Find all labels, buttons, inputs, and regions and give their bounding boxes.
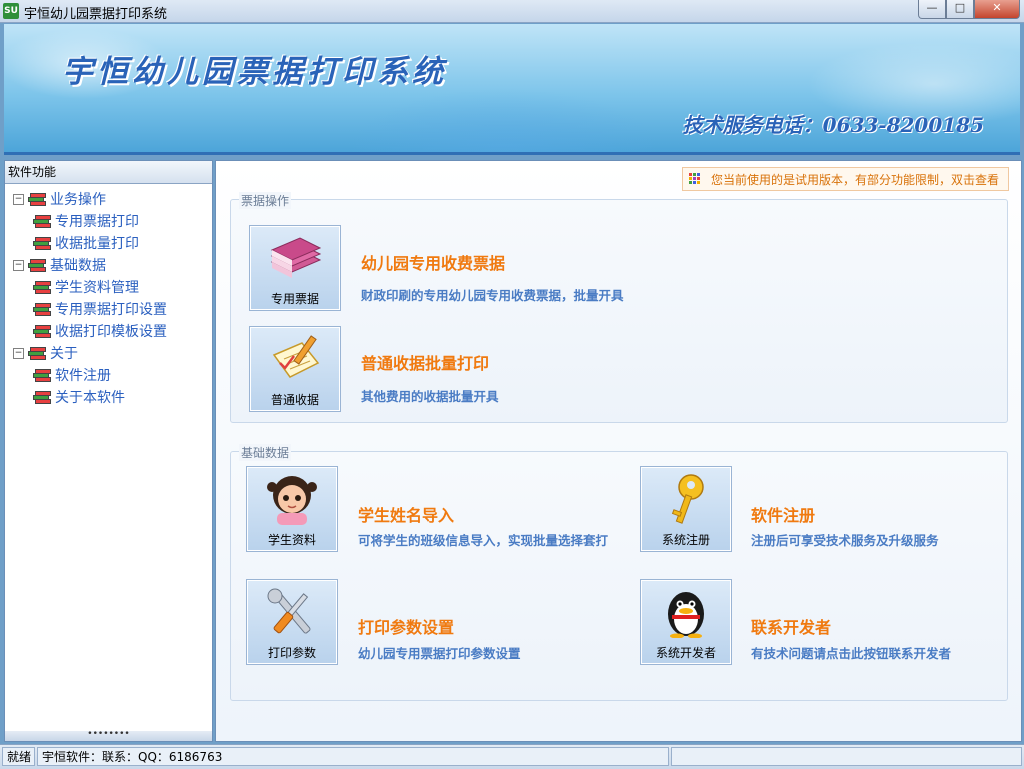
collapse-icon[interactable]: − — [13, 193, 24, 205]
print-params-title[interactable]: 打印参数设置 — [358, 614, 454, 638]
tree-item-about-software[interactable]: 关于本软件 — [13, 386, 212, 408]
books-icon — [33, 324, 51, 338]
tree-node-label: 业务操作 — [50, 192, 106, 208]
books-icon — [28, 346, 46, 360]
banner-title: 宇恒幼儿园票据打印系统 — [62, 54, 447, 90]
special-receipt-button[interactable]: 专用票据 — [249, 225, 341, 311]
tree-item-label: 学生资料管理 — [55, 280, 139, 296]
wrench-screwdriver-icon — [267, 588, 311, 634]
books-icon — [33, 280, 51, 294]
books-icon — [28, 258, 46, 272]
tree-item-student-data[interactable]: 学生资料管理 — [13, 276, 212, 298]
status-contact: 宇恒软件：联系：QQ：6186763 — [37, 747, 669, 766]
sidebar: 软件功能 − 业务操作 专用票据打印 收据批量打印 − 基础数据 学生资料管理 … — [4, 160, 213, 742]
banner-divider — [4, 152, 1020, 155]
software-register-desc: 注册后可享受技术服务及升级服务 — [751, 533, 939, 548]
contact-developer-button[interactable]: 系统开发者 — [640, 579, 732, 665]
student-import-title[interactable]: 学生姓名导入 — [358, 502, 454, 526]
sidebar-header: 软件功能 — [5, 161, 212, 184]
tree-node-label: 关于 — [50, 346, 78, 362]
child-avatar-icon — [267, 476, 317, 525]
group-basic-data: 基础数据 学生资料 学生姓名导入 可将学生的班级信息导入，实现批量选择套打 系统… — [230, 444, 1008, 701]
special-receipt-title[interactable]: 幼儿园专用收费票据 — [361, 250, 505, 274]
tree-item-label: 关于本软件 — [55, 390, 125, 406]
general-receipt-title[interactable]: 普通收据批量打印 — [361, 350, 489, 374]
contact-developer-title[interactable]: 联系开发者 — [751, 614, 831, 638]
print-params-button[interactable]: 打印参数 — [246, 579, 338, 665]
software-register-title[interactable]: 软件注册 — [751, 502, 815, 526]
tree-node-basic-data[interactable]: − 基础数据 — [13, 254, 212, 276]
trial-notice-text: 您当前使用的是试用版本，有部分功能限制，双击查看 — [711, 172, 1000, 187]
group-label: 票据操作 — [239, 192, 292, 209]
books-stack-icon — [270, 237, 322, 278]
student-import-desc: 可将学生的班级信息导入，实现批量选择套打 — [358, 533, 609, 548]
tile-label: 普通收据 — [270, 393, 319, 407]
tree-item-template-settings[interactable]: 收据打印模板设置 — [13, 320, 212, 342]
notepad-pencil-icon — [272, 335, 320, 378]
group-receipt-operations: 票据操作 专用票据 幼儿园专用收费票据 财政印刷的专用幼儿园专用收费票据，批量开… — [230, 192, 1008, 423]
collapse-icon[interactable]: − — [13, 259, 24, 271]
close-button[interactable]: ✕ — [974, 0, 1020, 19]
general-receipt-button[interactable]: 普通收据 — [249, 326, 341, 412]
tree-item-special-receipt-print[interactable]: 专用票据打印 — [13, 210, 212, 232]
books-icon — [33, 236, 51, 250]
tile-label: 系统开发者 — [655, 646, 716, 660]
general-receipt-desc: 其他费用的收据批量开具 — [361, 389, 499, 404]
trial-notice[interactable]: 您当前使用的是试用版本，有部分功能限制，双击查看 — [682, 167, 1009, 191]
tree-item-software-register[interactable]: 软件注册 — [13, 364, 212, 386]
contact-developer-desc: 有技术问题请点击此按钮联系开发者 — [751, 646, 952, 661]
group-label: 基础数据 — [239, 444, 292, 461]
status-extra-pane — [671, 747, 1022, 766]
tile-label: 系统注册 — [661, 533, 710, 547]
tile-label: 打印参数 — [267, 646, 316, 660]
status-bar: 就绪 宇恒软件：联系：QQ：6186763 — [0, 744, 1024, 769]
app-icon: SU — [3, 3, 19, 19]
books-icon — [28, 192, 46, 206]
collapse-icon[interactable]: − — [13, 347, 24, 359]
tree-node-label: 基础数据 — [50, 258, 106, 274]
minimize-button[interactable]: — — [918, 0, 946, 19]
tree-item-label: 软件注册 — [55, 368, 111, 384]
window-controls: — □ ✕ — [918, 0, 1020, 19]
main-panel: 您当前使用的是试用版本，有部分功能限制，双击查看 票据操作 专用票据 幼儿园专用… — [215, 160, 1022, 742]
tree-item-label: 专用票据打印设置 — [55, 302, 167, 318]
function-tree: − 业务操作 专用票据打印 收据批量打印 − 基础数据 学生资料管理 专用票据打… — [5, 184, 212, 408]
tree-item-label: 收据打印模板设置 — [55, 324, 167, 340]
tree-item-label: 专用票据打印 — [55, 214, 139, 230]
tree-item-receipt-print-settings[interactable]: 专用票据打印设置 — [13, 298, 212, 320]
sidebar-resize-grip[interactable]: •••••••• — [5, 730, 212, 741]
header-banner: 宇恒幼儿园票据打印系统 技术服务电话：0633-8200185 — [4, 24, 1020, 155]
books-icon — [33, 390, 51, 404]
books-icon — [33, 302, 51, 316]
student-data-button[interactable]: 学生资料 — [246, 466, 338, 552]
special-receipt-desc: 财政印刷的专用幼儿园专用收费票据，批量开具 — [361, 288, 624, 303]
tree-node-business[interactable]: − 业务操作 — [13, 188, 212, 210]
tile-label: 专用票据 — [270, 292, 319, 306]
window-title: 宇恒幼儿园票据打印系统 — [24, 7, 168, 22]
tile-label: 学生资料 — [267, 533, 316, 547]
tree-node-about[interactable]: − 关于 — [13, 342, 212, 364]
key-icon — [671, 474, 704, 524]
banner-phone: 技术服务电话：0633-8200185 — [682, 113, 984, 137]
books-icon — [33, 368, 51, 382]
title-bar: SU 宇恒幼儿园票据打印系统 — □ ✕ — [0, 0, 1024, 23]
status-state: 就绪 — [2, 747, 35, 766]
maximize-button[interactable]: □ — [946, 0, 974, 19]
color-grid-icon — [689, 173, 701, 185]
print-params-desc: 幼儿园专用票据打印参数设置 — [358, 646, 521, 661]
tree-item-batch-receipt-print[interactable]: 收据批量打印 — [13, 232, 212, 254]
tree-item-label: 收据批量打印 — [55, 236, 139, 252]
books-icon — [33, 214, 51, 228]
penguin-icon — [668, 592, 704, 638]
system-register-button[interactable]: 系统注册 — [640, 466, 732, 552]
